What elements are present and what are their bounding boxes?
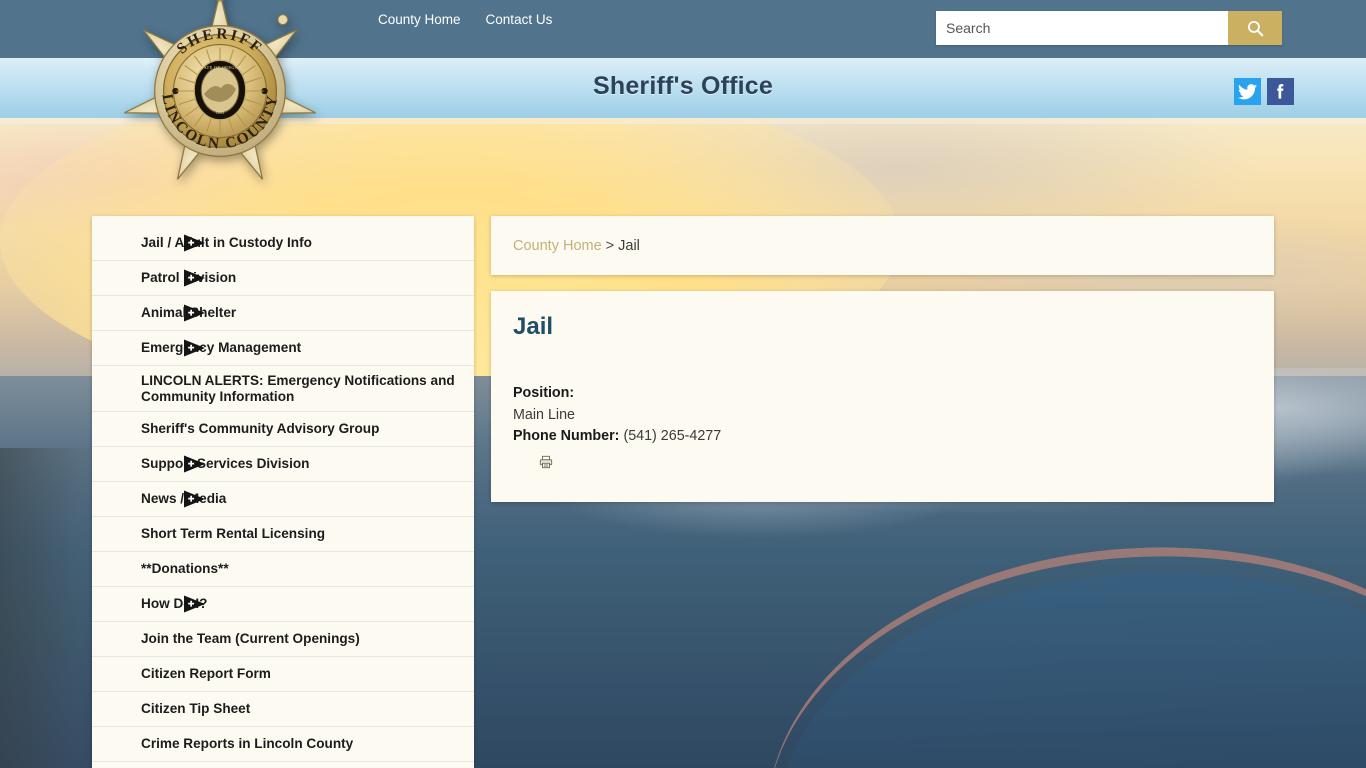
sidebar-nav: Jail / Adult in Custody Info Patrol Divi… bbox=[92, 216, 474, 768]
breadcrumb: County Home > Jail bbox=[491, 216, 1274, 275]
sidebar-item-label: **Donations** bbox=[141, 561, 229, 577]
sidebar-item[interactable]: Sheriff's Community Advisory Group bbox=[92, 412, 474, 448]
twitter-link[interactable] bbox=[1234, 78, 1261, 105]
svg-text:STATE OF OREGON: STATE OF OREGON bbox=[198, 65, 242, 70]
sidebar-item-label: Citizen Report Form bbox=[141, 666, 271, 682]
top-nav: County Home Contact Us bbox=[378, 12, 552, 27]
expand-arrow[interactable] bbox=[184, 455, 205, 473]
breadcrumb-current: Jail bbox=[618, 237, 640, 254]
sidebar-item[interactable]: Short Term Rental Licensing bbox=[92, 517, 474, 553]
facebook-link[interactable] bbox=[1267, 78, 1294, 105]
sheriff-badge-logo: SHERIFF LINCOLN COUNTY STATE OF OREGON 1… bbox=[121, 0, 319, 195]
badge-year: 1893 bbox=[216, 110, 225, 115]
position-label: Position: bbox=[513, 385, 575, 401]
phone-row: Phone Number: (541) 265-4277 bbox=[513, 426, 1252, 448]
social-links bbox=[1234, 78, 1294, 105]
expand-arrow-icon bbox=[184, 490, 205, 508]
twitter-icon bbox=[1238, 83, 1257, 99]
expand-arrow[interactable] bbox=[184, 595, 205, 613]
phone-value: (541) 265-4277 bbox=[623, 428, 722, 445]
top-nav-contact-us[interactable]: Contact Us bbox=[486, 12, 553, 27]
sidebar-item-label: Short Term Rental Licensing bbox=[141, 526, 326, 542]
sidebar-item[interactable]: Join the Team (Current Openings) bbox=[92, 622, 474, 658]
expand-arrow[interactable] bbox=[184, 339, 205, 357]
expand-arrow-icon bbox=[184, 304, 205, 322]
sidebar-item[interactable]: Patrol Division bbox=[92, 261, 474, 296]
sidebar-item-label: LINCOLN ALERTS: Emergency Notifications … bbox=[141, 373, 455, 404]
sidebar-item-label: Join the Team (Current Openings) bbox=[141, 631, 360, 647]
print-button[interactable] bbox=[539, 455, 553, 474]
sidebar-item[interactable]: Citizen Report Form bbox=[92, 657, 474, 693]
sidebar-item[interactable]: Support Services Division bbox=[92, 447, 474, 483]
sidebar-item[interactable]: **Donations** bbox=[92, 552, 474, 588]
content-panel: Jail Position: Main Line Phone Number: (… bbox=[491, 291, 1274, 502]
sidebar-item[interactable]: LINCOLN ALERTS: Emergency Notifications … bbox=[92, 366, 474, 413]
content-heading: Jail bbox=[513, 313, 554, 340]
sidebar-item[interactable]: Animal Shelter bbox=[92, 296, 474, 331]
search-button[interactable] bbox=[1228, 11, 1282, 45]
sidebar-item-label: Citizen Tip Sheet bbox=[141, 701, 251, 717]
sidebar-item[interactable]: News / Media bbox=[92, 482, 474, 518]
expand-arrow-icon bbox=[184, 339, 205, 357]
sidebar-item-label: Jail / Adult in Custody Info bbox=[141, 235, 312, 251]
expand-arrow[interactable] bbox=[184, 234, 205, 252]
position-value: Main Line bbox=[513, 406, 575, 423]
breadcrumb-county-home[interactable]: County Home bbox=[513, 238, 602, 254]
top-nav-county-home[interactable]: County Home bbox=[378, 12, 461, 27]
expand-arrow-icon bbox=[184, 234, 205, 252]
expand-arrow-icon bbox=[184, 269, 205, 287]
search-box bbox=[936, 11, 1282, 45]
sidebar-item[interactable]: How Do I? bbox=[92, 587, 474, 623]
breadcrumb-separator: > bbox=[605, 237, 615, 254]
expand-arrow-icon bbox=[184, 595, 205, 613]
sidebar-item[interactable]: Jail / Adult in Custody Info bbox=[92, 226, 474, 261]
expand-arrow[interactable] bbox=[184, 269, 205, 287]
printer-icon bbox=[539, 456, 553, 469]
sidebar-item-label: Emergency Management bbox=[141, 340, 302, 356]
expand-arrow[interactable] bbox=[184, 490, 205, 508]
facebook-icon bbox=[1277, 84, 1284, 99]
position-row: Position: bbox=[513, 383, 1252, 405]
expand-arrow-icon bbox=[184, 455, 205, 473]
search-icon bbox=[1247, 20, 1263, 36]
page-root: County Home Contact Us Sheriff's Office bbox=[0, 0, 1366, 768]
sidebar-item-label: Sheriff's Community Advisory Group bbox=[141, 421, 380, 437]
sidebar-item[interactable]: Crime Reports in Lincoln County bbox=[92, 727, 474, 763]
expand-arrow[interactable] bbox=[184, 304, 205, 322]
sidebar-item-label: Crime Reports in Lincoln County bbox=[141, 736, 354, 752]
sidebar-item[interactable]: Emergency Management bbox=[92, 331, 474, 366]
phone-label: Phone Number: bbox=[513, 428, 620, 445]
sidebar-item[interactable]: Citizen Tip Sheet bbox=[92, 692, 474, 728]
sidebar-item-label: Support Services Division bbox=[141, 456, 310, 472]
print-row bbox=[513, 455, 1252, 474]
position-value-row: Main Line bbox=[513, 405, 1252, 427]
search-input[interactable] bbox=[936, 11, 1228, 45]
